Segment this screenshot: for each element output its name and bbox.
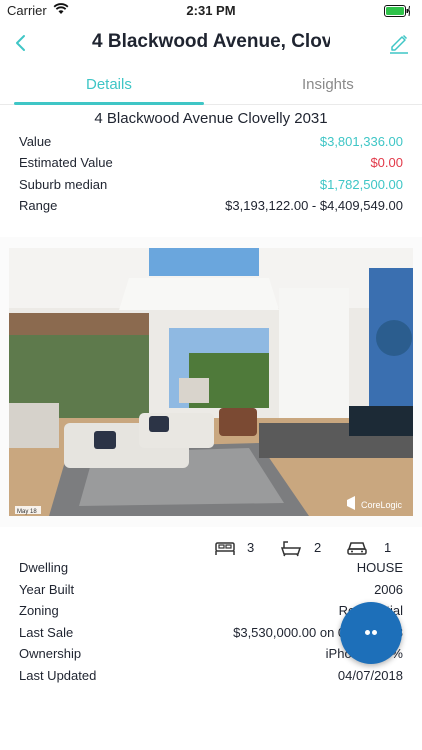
- row-value: $1,782,500.00: [319, 177, 403, 192]
- car-icon: [347, 542, 367, 555]
- clock: 2:31 PM: [186, 3, 236, 18]
- bed-icon: [215, 542, 235, 555]
- chevron-left-icon[interactable]: [10, 30, 32, 56]
- row-label: Estimated Value: [19, 155, 113, 170]
- valuation-row-suburb-median: Suburb median $1,782,500.00: [19, 177, 403, 195]
- detail-row-dwelling: Dwelling HOUSE: [19, 560, 403, 578]
- row-value: 04/07/2018: [337, 668, 403, 683]
- status-bar: Carrier 2:31 PM: [0, 0, 422, 22]
- row-label: Year Built: [19, 582, 75, 597]
- detail-row-year-built: Year Built 2006: [19, 582, 403, 600]
- property-address: 4 Blackwood Avenue Clovelly 2031: [94, 110, 328, 127]
- more-dots-icon: [365, 630, 370, 635]
- row-value: HOUSE: [356, 560, 403, 575]
- row-label: Suburb median: [19, 177, 108, 192]
- pencil-icon[interactable]: [388, 30, 410, 54]
- row-value: $3,801,336.00: [319, 134, 403, 149]
- property-photo[interactable]: May 18 CoreLogic: [9, 248, 413, 516]
- navigation-bar: 4 Blackwood Avenue, Clove: [0, 24, 422, 62]
- row-value: $3,193,122.00 - $4,409,549.00: [225, 198, 403, 213]
- bath-icon: [280, 541, 302, 557]
- tab-active-indicator: [14, 102, 204, 105]
- row-label: Ownership: [19, 646, 82, 661]
- more-actions-button[interactable]: [340, 602, 402, 664]
- cars-count: 1: [384, 540, 392, 555]
- tab-details[interactable]: Details: [86, 76, 132, 93]
- battery-icon: [384, 5, 410, 17]
- valuation-row-estimated: Estimated Value $0.00: [19, 155, 403, 173]
- row-label: Dwelling: [19, 560, 69, 575]
- property-features: 3 2 1: [204, 538, 404, 558]
- tab-bar: Details Insights: [0, 72, 422, 106]
- row-label: Last Updated: [19, 668, 97, 683]
- row-value: $0.00: [370, 155, 403, 170]
- tab-insights[interactable]: Insights: [302, 76, 354, 93]
- row-label: Range: [19, 198, 58, 213]
- baths-count: 2: [314, 540, 322, 555]
- row-label: Zoning: [19, 603, 59, 618]
- valuation-row-range: Range $3,193,122.00 - $4,409,549.00: [19, 198, 403, 216]
- detail-row-last-updated: Last Updated 04/07/2018: [19, 668, 403, 686]
- row-label: Last Sale: [19, 625, 74, 640]
- photo-date-tag: May 18: [17, 509, 37, 515]
- row-label: Value: [19, 134, 52, 149]
- photo-watermark: CoreLogic: [361, 500, 403, 510]
- valuation-row-value: Value $3,801,336.00: [19, 134, 403, 152]
- row-value: 2006: [374, 582, 403, 597]
- page-title: 4 Blackwood Avenue, Clove: [92, 31, 330, 52]
- beds-count: 3: [247, 540, 255, 555]
- more-dots-icon: [372, 630, 377, 635]
